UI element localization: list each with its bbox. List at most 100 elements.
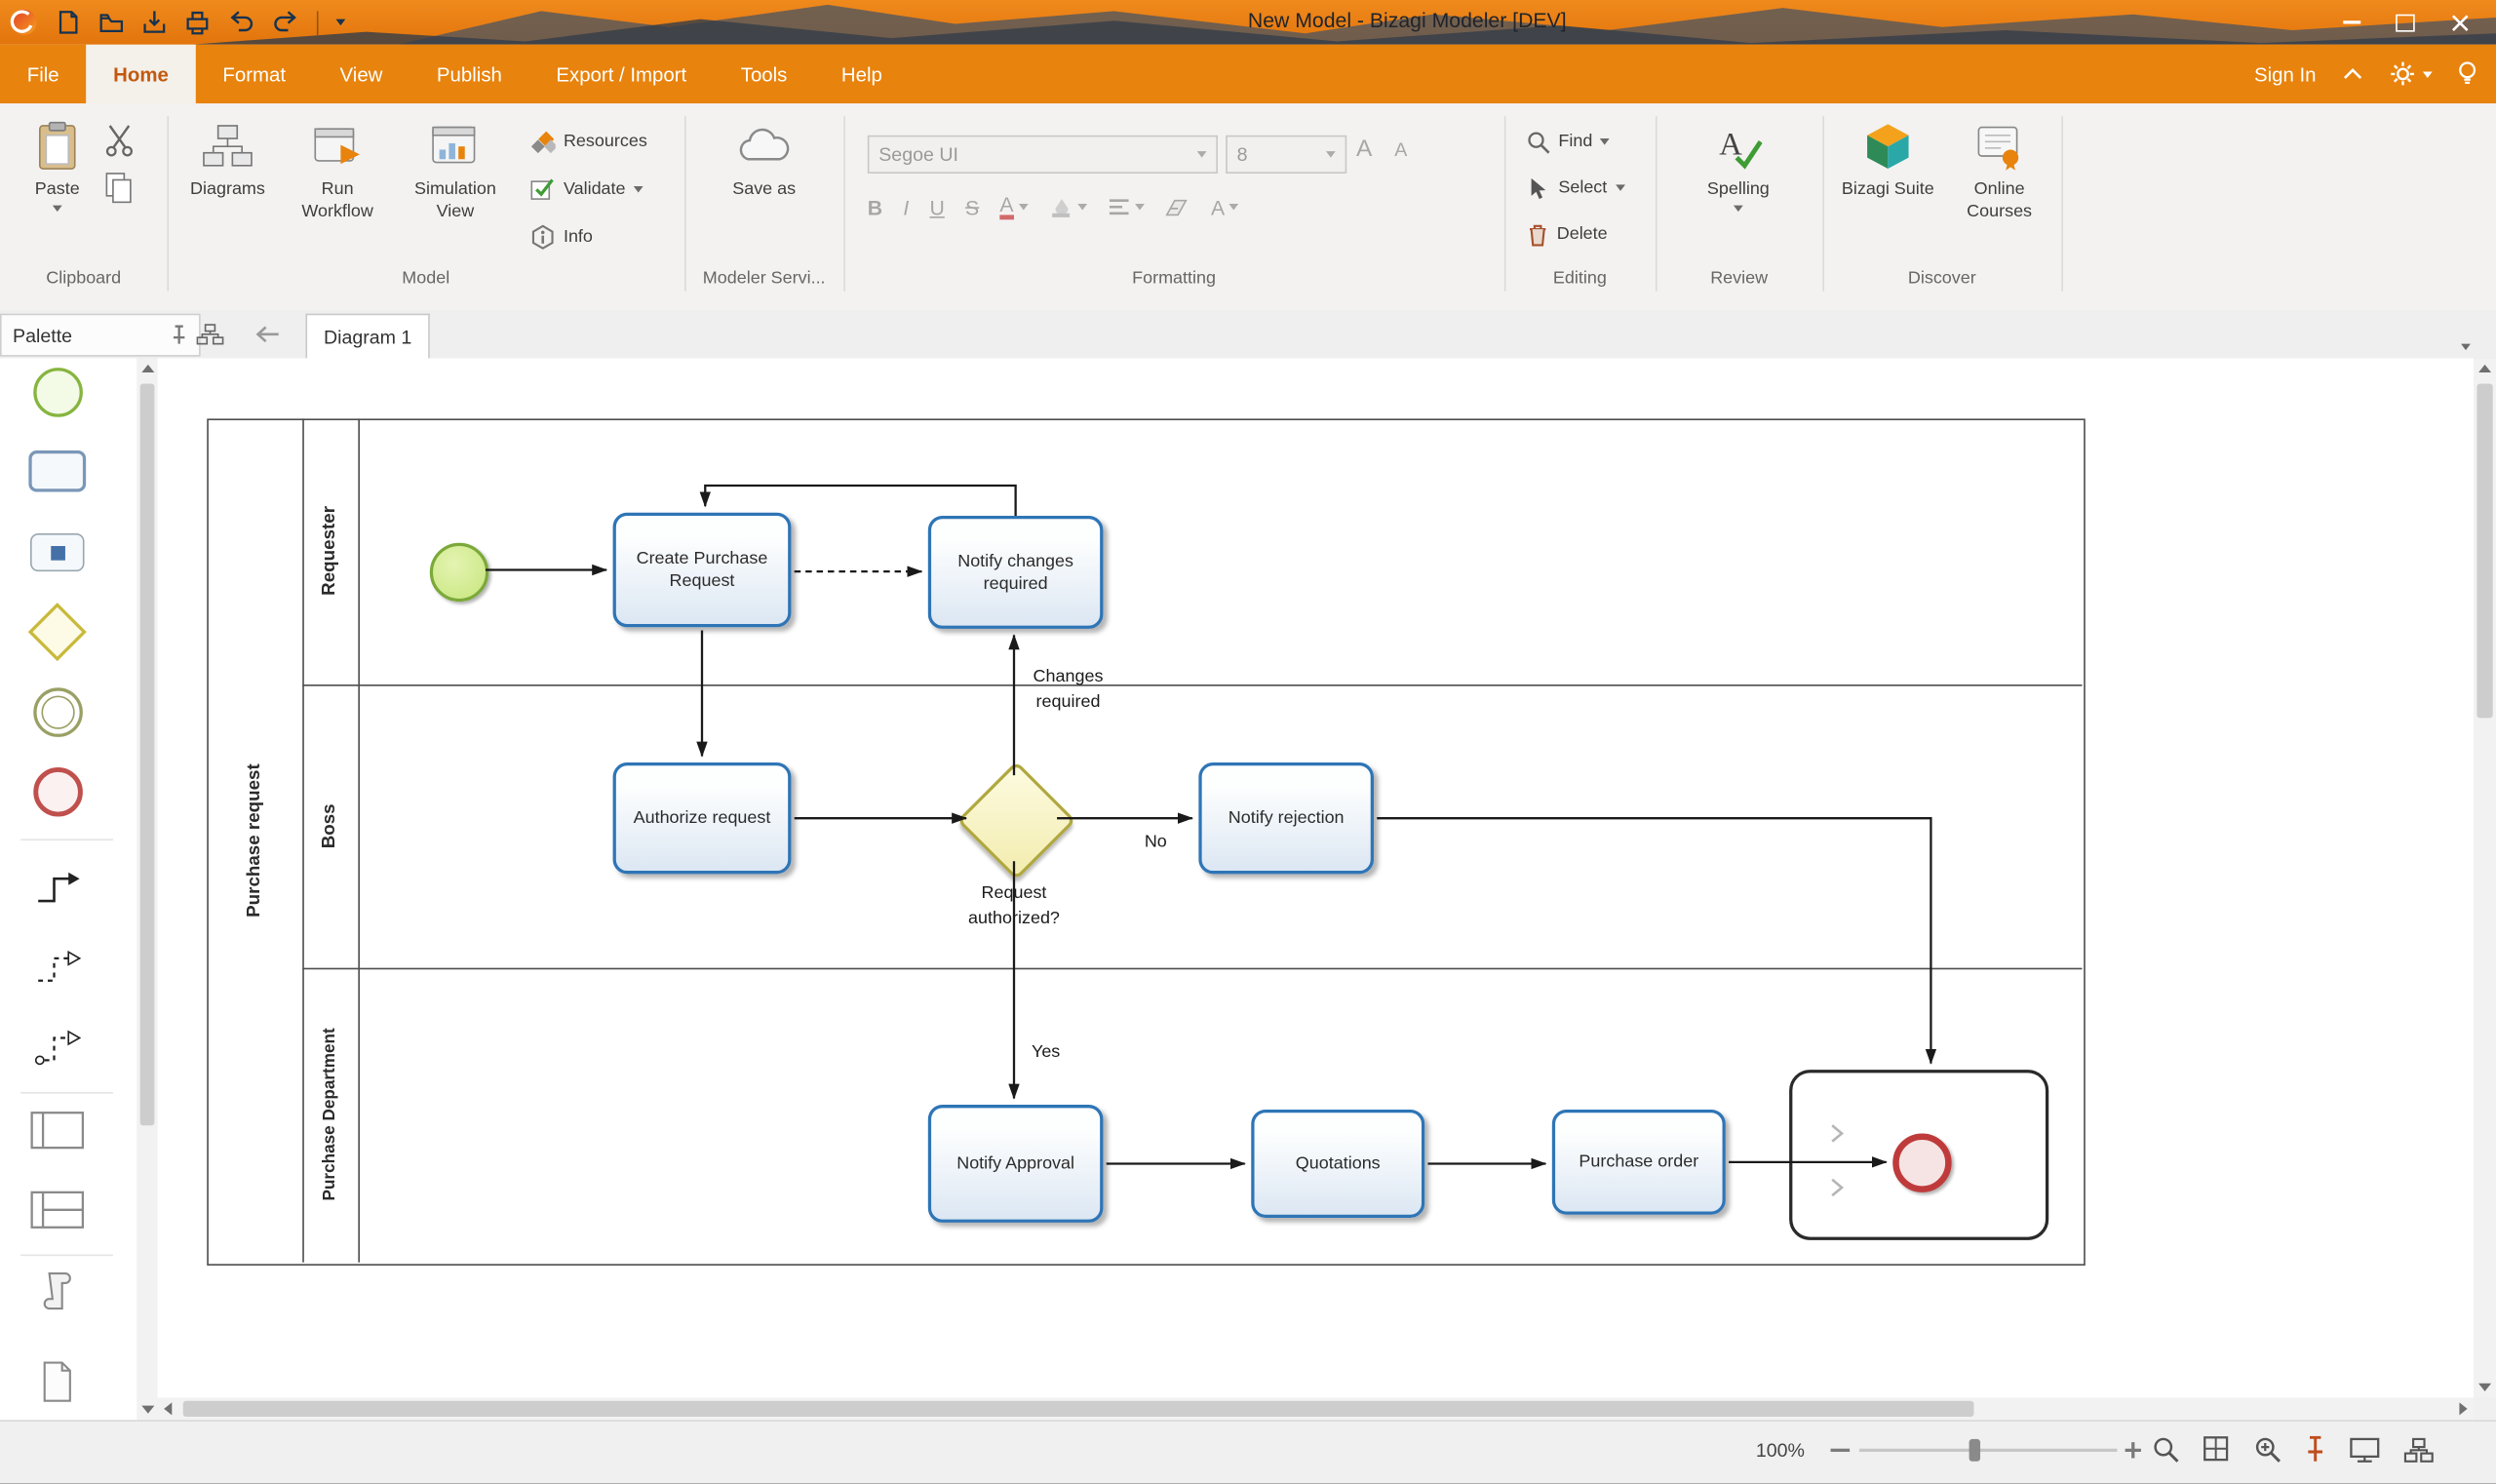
pool-label[interactable]: Purchase request	[239, 745, 271, 936]
canvas-hscroll-thumb[interactable]	[183, 1401, 1974, 1417]
palette-sequence-flow[interactable]	[25, 855, 89, 918]
canvas-vertical-scrollbar[interactable]	[2474, 358, 2496, 1397]
palette-pool[interactable]	[25, 1099, 89, 1162]
pin-tool-icon[interactable]	[2305, 1436, 2325, 1464]
tab-home[interactable]: Home	[86, 45, 195, 103]
maximize-button[interactable]	[2378, 0, 2433, 45]
palette-group[interactable]	[25, 1261, 89, 1324]
paste-button[interactable]: Paste	[16, 115, 98, 213]
redo-icon[interactable]	[272, 10, 299, 35]
canvas-scroll-right[interactable]	[2453, 1397, 2474, 1420]
task-notify-approval[interactable]: Notify Approval	[928, 1105, 1104, 1223]
lane-label-requester[interactable]: Requester	[314, 455, 346, 646]
presentation-icon[interactable]	[2350, 1436, 2380, 1462]
palette-scroll-thumb[interactable]	[140, 383, 155, 1125]
zoom-in-tool-icon[interactable]	[2254, 1436, 2282, 1464]
cut-button[interactable]	[101, 123, 136, 166]
help-bulb-icon[interactable]	[2458, 60, 2477, 88]
palette-scroll-down[interactable]	[136, 1399, 157, 1420]
underline-button[interactable]: U	[929, 195, 944, 218]
find-button[interactable]: Find	[1527, 124, 1611, 159]
save-icon[interactable]	[141, 10, 167, 35]
palette-sub-process[interactable]	[25, 521, 89, 584]
undo-icon[interactable]	[227, 10, 254, 35]
start-event[interactable]	[430, 543, 488, 602]
palette-lane[interactable]	[25, 1178, 89, 1241]
validate-button[interactable]: Validate	[530, 172, 644, 207]
bizagi-suite-button[interactable]: Bizagi Suite	[1835, 115, 1940, 201]
tab-tools[interactable]: Tools	[714, 45, 814, 103]
delete-button[interactable]: Delete	[1527, 216, 1608, 252]
palette-intermediate-event[interactable]	[25, 680, 89, 743]
tab-publish[interactable]: Publish	[410, 45, 528, 103]
zoom-tool-icon[interactable]	[2152, 1436, 2179, 1464]
font-color-button[interactable]: A	[999, 194, 1028, 219]
bold-button[interactable]: B	[868, 195, 882, 218]
palette-scroll-up[interactable]	[136, 358, 157, 378]
strikethrough-button[interactable]: S	[965, 195, 979, 218]
palette-association[interactable]	[25, 1014, 89, 1077]
canvas-horizontal-scrollbar[interactable]	[158, 1397, 2475, 1420]
diagrams-button[interactable]: Diagrams	[178, 115, 277, 201]
save-as-button[interactable]: Save as	[717, 115, 812, 201]
copy-button[interactable]	[101, 171, 136, 214]
palette-scrollbar[interactable]	[136, 358, 157, 1420]
palette-message-flow[interactable]	[25, 934, 89, 997]
select-button[interactable]: Select	[1527, 171, 1625, 206]
close-button[interactable]	[2433, 0, 2487, 45]
minimize-button[interactable]	[2324, 0, 2379, 45]
canvas-scroll-up[interactable]	[2474, 358, 2496, 378]
resources-button[interactable]: Resources	[530, 124, 647, 159]
pan-window-icon[interactable]	[2204, 1436, 2231, 1464]
zoom-slider-track[interactable]	[1859, 1449, 2117, 1452]
palette-gateway[interactable]	[25, 601, 89, 664]
format-eraser-button[interactable]	[1165, 197, 1190, 217]
pin-icon[interactable]	[171, 325, 188, 345]
tab-file[interactable]: File	[0, 45, 86, 103]
tab-view[interactable]: View	[313, 45, 410, 103]
shrink-font-button[interactable]: A	[1394, 138, 1407, 161]
align-button[interactable]	[1108, 197, 1145, 216]
back-button[interactable]	[242, 317, 292, 352]
canvas-vscroll-thumb[interactable]	[2476, 383, 2492, 718]
task-quotations[interactable]: Quotations	[1251, 1110, 1424, 1218]
settings-button[interactable]	[2390, 60, 2433, 88]
grow-font-button[interactable]: A	[1356, 136, 1372, 163]
end-event[interactable]	[1892, 1133, 1951, 1191]
online-courses-button[interactable]: Online Courses	[1950, 115, 2048, 223]
zoom-slider-thumb[interactable]	[1970, 1439, 1980, 1462]
palette-data-object[interactable]	[25, 1349, 89, 1413]
palette-task[interactable]	[25, 440, 89, 503]
lane-label-boss[interactable]: Boss	[314, 730, 346, 921]
tab-format[interactable]: Format	[196, 45, 313, 103]
palette-end-event[interactable]	[25, 760, 89, 823]
new-document-icon[interactable]	[56, 10, 81, 35]
task-notify-rejection[interactable]: Notify rejection	[1198, 762, 1374, 874]
font-size-select[interactable]: 8	[1226, 136, 1346, 174]
task-create-purchase-request[interactable]: Create Purchase Request	[613, 513, 792, 628]
lane-label-purchase-department[interactable]: Purchase Department	[314, 1019, 346, 1210]
tab-export-import[interactable]: Export / Import	[529, 45, 714, 103]
fill-color-button[interactable]	[1049, 196, 1087, 218]
task-notify-changes-required[interactable]: Notify changes required	[928, 516, 1104, 629]
font-family-select[interactable]: Segoe UI	[868, 136, 1218, 174]
info-button[interactable]: Info	[530, 219, 593, 254]
print-icon[interactable]	[184, 10, 210, 35]
diagram-canvas[interactable]: Purchase request Requester Boss Purchase…	[158, 358, 2475, 1397]
task-purchase-order[interactable]: Purchase order	[1552, 1110, 1726, 1215]
run-workflow-button[interactable]: Run Workflow	[289, 115, 387, 223]
task-authorize-request[interactable]: Authorize request	[613, 762, 792, 874]
spelling-button[interactable]: A Spelling	[1691, 115, 1786, 213]
collapse-ribbon-icon[interactable]	[2342, 67, 2364, 82]
zoom-out-button[interactable]	[1831, 1449, 1851, 1452]
line-color-button[interactable]: A	[1211, 195, 1239, 218]
open-document-icon[interactable]	[98, 10, 124, 35]
zoom-in-button[interactable]	[2124, 1441, 2143, 1461]
canvas-scroll-left[interactable]	[158, 1397, 178, 1420]
diagram-list-button[interactable]	[188, 317, 233, 352]
italic-button[interactable]: I	[903, 195, 909, 218]
overview-icon[interactable]	[2403, 1436, 2434, 1462]
palette-start-event[interactable]	[25, 360, 89, 423]
customize-quick-access-icon[interactable]	[335, 20, 345, 26]
tab-diagram-1[interactable]: Diagram 1	[305, 314, 429, 360]
